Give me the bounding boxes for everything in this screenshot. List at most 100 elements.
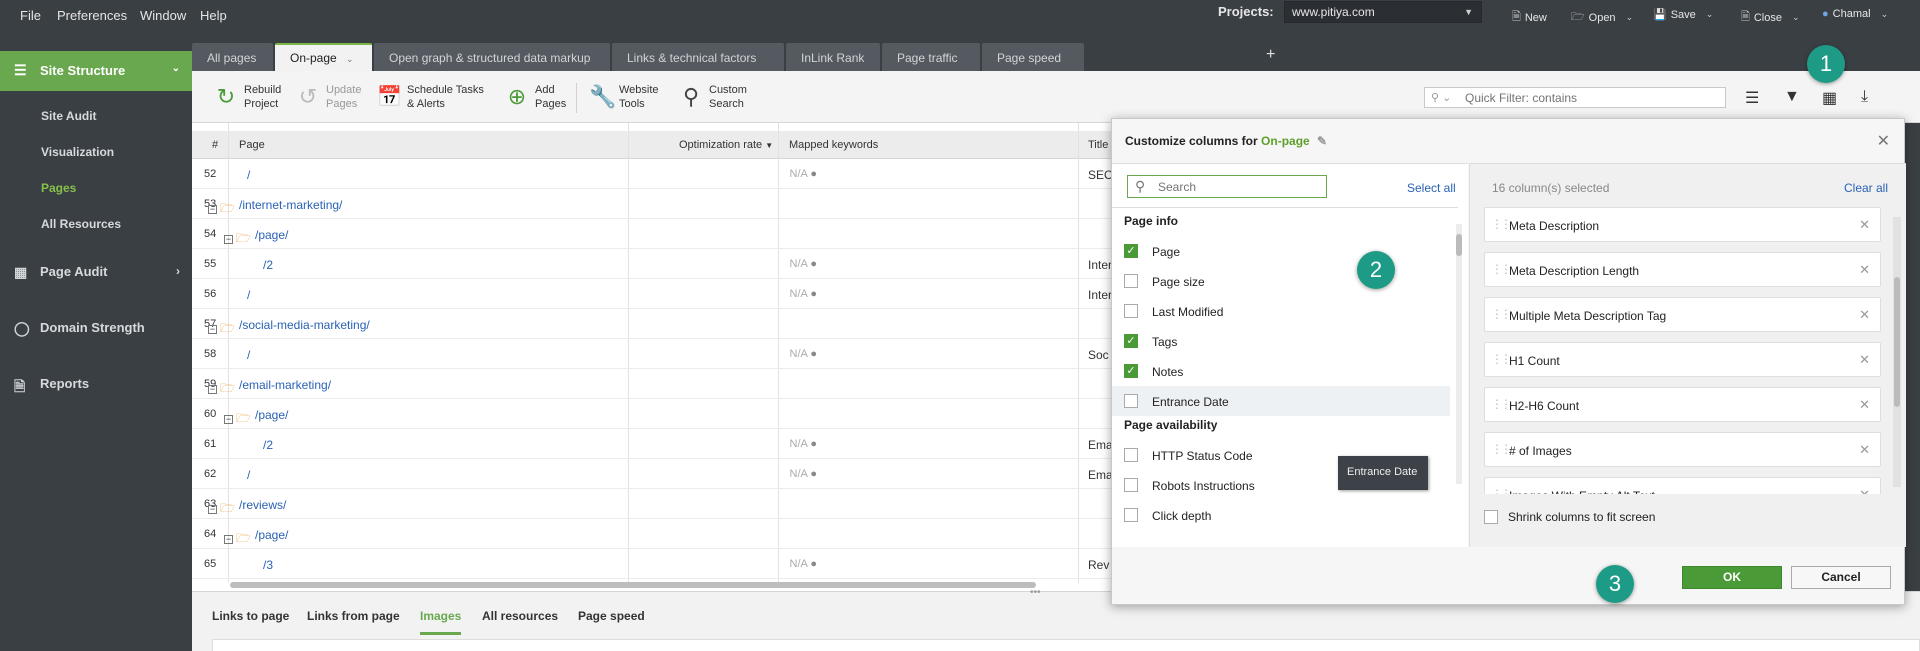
page-link[interactable]: / bbox=[247, 168, 250, 182]
column-option[interactable]: Entrance Date bbox=[1112, 386, 1450, 416]
column-option[interactable]: Page size bbox=[1112, 266, 1450, 296]
table-row[interactable]: 61/2 N/A ● Ema bbox=[192, 429, 1113, 459]
save-button[interactable]: 💾 Save ⌄ bbox=[1653, 8, 1713, 22]
page-link[interactable]: / bbox=[247, 348, 250, 362]
header-page[interactable]: Page bbox=[239, 139, 265, 151]
open-button[interactable]: 🗁 Open ⌄ bbox=[1571, 8, 1633, 27]
new-button[interactable]: 🗎 New bbox=[1512, 8, 1547, 27]
selected-column-item[interactable]: ⋮⋮ # of Images ✕ bbox=[1484, 432, 1881, 467]
export-icon[interactable]: ⤓ bbox=[1861, 88, 1868, 106]
page-link[interactable]: /page/ bbox=[255, 528, 288, 542]
update-pages-button[interactable]: ↺ Update Pages bbox=[296, 83, 362, 111]
nav-page-audit[interactable]: ▦ Page Audit › bbox=[0, 264, 192, 294]
sidebar-item-all-resources[interactable]: All Resources bbox=[41, 217, 121, 231]
menu-help[interactable]: Help bbox=[200, 8, 227, 23]
remove-icon[interactable]: ✕ bbox=[1859, 487, 1870, 494]
column-checkbox[interactable] bbox=[1124, 274, 1138, 288]
page-link[interactable]: /2 bbox=[263, 258, 273, 272]
page-link[interactable]: /3 bbox=[263, 558, 273, 572]
scrollbar-thumb[interactable] bbox=[1894, 277, 1900, 407]
ok-button[interactable]: OK bbox=[1682, 566, 1782, 589]
collapse-icon[interactable]: − bbox=[224, 235, 233, 244]
shrink-columns-option[interactable]: Shrink columns to fit screen bbox=[1484, 510, 1655, 524]
btab-images[interactable]: Images bbox=[420, 609, 462, 635]
tab-all-pages[interactable]: All pages bbox=[192, 43, 273, 71]
customize-columns-icon[interactable]: ▦ bbox=[1822, 88, 1837, 108]
menu-file[interactable]: File bbox=[20, 8, 41, 23]
table-row[interactable]: 64− 🗁/page/ bbox=[192, 519, 1112, 549]
table-row[interactable]: 56 / N/A ● Inter bbox=[192, 279, 1112, 309]
table-row[interactable]: 52 / N/A ● SEO bbox=[192, 159, 1113, 189]
column-checkbox[interactable] bbox=[1124, 478, 1138, 492]
remove-icon[interactable]: ✕ bbox=[1859, 262, 1870, 278]
table-row[interactable]: 54− 🗁/page/ bbox=[192, 219, 1112, 249]
column-checkbox[interactable] bbox=[1124, 508, 1138, 522]
selected-column-item[interactable]: ⋮⋮ Meta Description ✕ bbox=[1484, 207, 1881, 242]
column-search-input[interactable] bbox=[1158, 180, 1323, 194]
columns-list-icon[interactable]: ☰ bbox=[1745, 88, 1759, 108]
table-row[interactable]: 58 / N/A ● Soc bbox=[192, 339, 1112, 369]
header-num[interactable]: # bbox=[212, 139, 218, 151]
drag-handle-icon[interactable]: ⋮⋮ bbox=[1491, 307, 1512, 321]
quick-filter-input[interactable] bbox=[1465, 91, 1715, 105]
page-link[interactable]: / bbox=[247, 288, 250, 302]
collapse-icon[interactable]: − bbox=[208, 325, 217, 334]
btab-all-resources[interactable]: All resources bbox=[482, 609, 558, 623]
close-button[interactable]: 🗎 Close ⌄ bbox=[1741, 8, 1800, 27]
drag-handle-icon[interactable]: ⋮⋮ bbox=[1491, 442, 1512, 456]
page-link[interactable]: /social-media-marketing/ bbox=[239, 318, 370, 332]
selected-column-item[interactable]: ⋮⋮Images With Empty Alt Text ✕ bbox=[1484, 477, 1881, 494]
tree-toggle[interactable]: − 🗁 bbox=[224, 409, 251, 430]
horizontal-scrollbar[interactable] bbox=[230, 582, 1036, 588]
add-pages-button[interactable]: ⊕ Add Pages bbox=[505, 83, 566, 111]
table-row[interactable]: 57− 🗁/social-media-marketing/ bbox=[192, 309, 1112, 339]
collapse-icon[interactable]: − bbox=[208, 385, 217, 394]
clear-all-link[interactable]: Clear all bbox=[1844, 181, 1888, 195]
tab-page-traffic[interactable]: Page traffic bbox=[882, 43, 980, 71]
selected-list-scrollbar[interactable] bbox=[1893, 217, 1901, 487]
user-menu[interactable]: ● Chamal ⌄ bbox=[1822, 8, 1888, 20]
custom-search-button[interactable]: ⚲ Custom Search bbox=[679, 83, 747, 111]
tree-toggle[interactable]: − 🗁 bbox=[208, 319, 235, 340]
tab-links-technical[interactable]: Links & technical factors bbox=[612, 43, 784, 71]
tab-inlink-rank[interactable]: InLink Rank bbox=[786, 43, 880, 71]
btab-links-from-page[interactable]: Links from page bbox=[307, 609, 400, 623]
collapse-icon[interactable]: − bbox=[224, 535, 233, 544]
header-mapped-keywords[interactable]: Mapped keywords bbox=[789, 139, 878, 151]
page-link[interactable]: /email-marketing/ bbox=[239, 378, 331, 392]
column-option[interactable]: Click depth bbox=[1112, 500, 1450, 530]
table-row[interactable]: 60− 🗁/page/ bbox=[192, 399, 1112, 429]
page-link[interactable]: /2 bbox=[263, 438, 273, 452]
select-all-link[interactable]: Select all bbox=[1407, 181, 1456, 195]
tree-toggle[interactable]: − 🗁 bbox=[224, 229, 251, 250]
add-tab-button[interactable]: + bbox=[1266, 46, 1275, 64]
collapse-icon[interactable]: − bbox=[224, 415, 233, 424]
remove-icon[interactable]: ✕ bbox=[1859, 442, 1870, 458]
shrink-checkbox[interactable] bbox=[1484, 510, 1498, 524]
website-tools-button[interactable]: 🔧 Website Tools bbox=[589, 83, 659, 111]
selected-column-item[interactable]: ⋮⋮ Multiple Meta Description Tag ✕ bbox=[1484, 297, 1881, 332]
remove-icon[interactable]: ✕ bbox=[1859, 352, 1870, 368]
close-icon[interactable]: ✕ bbox=[1877, 131, 1890, 151]
quick-filter[interactable]: ⚲ ⌄ bbox=[1424, 87, 1726, 108]
schedule-tasks-button[interactable]: 📅 Schedule Tasks & Alerts bbox=[377, 83, 484, 111]
collapse-icon[interactable]: − bbox=[208, 205, 217, 214]
selected-column-item[interactable]: ⋮⋮ H1 Count ✕ bbox=[1484, 342, 1881, 377]
nav-site-structure[interactable]: ☰ Site Structure ⌄ bbox=[0, 51, 192, 91]
sidebar-item-site-audit[interactable]: Site Audit bbox=[41, 109, 97, 123]
sidebar-item-pages[interactable]: Pages bbox=[41, 181, 76, 195]
nav-reports[interactable]: 🗎 Reports bbox=[0, 376, 192, 406]
drag-handle-icon[interactable]: ⋮⋮ bbox=[1491, 262, 1512, 276]
sidebar-item-visualization[interactable]: Visualization bbox=[41, 145, 114, 159]
drag-handle-icon[interactable]: ⋮⋮ bbox=[1491, 397, 1512, 411]
btab-page-speed[interactable]: Page speed bbox=[578, 609, 645, 623]
table-row[interactable]: 65/3 N/A ● Rev bbox=[192, 549, 1112, 579]
column-checkbox[interactable] bbox=[1124, 448, 1138, 462]
page-link[interactable]: /page/ bbox=[255, 408, 288, 422]
cancel-button[interactable]: Cancel bbox=[1791, 566, 1891, 589]
table-row[interactable]: 59− 🗁/email-marketing/ bbox=[192, 369, 1112, 399]
tree-toggle[interactable]: − 🗁 bbox=[208, 379, 235, 400]
tree-toggle[interactable]: − 🗁 bbox=[224, 529, 251, 550]
header-title[interactable]: Title bbox=[1088, 139, 1108, 151]
rebuild-project-button[interactable]: ↻ Rebuild Project bbox=[214, 83, 282, 111]
